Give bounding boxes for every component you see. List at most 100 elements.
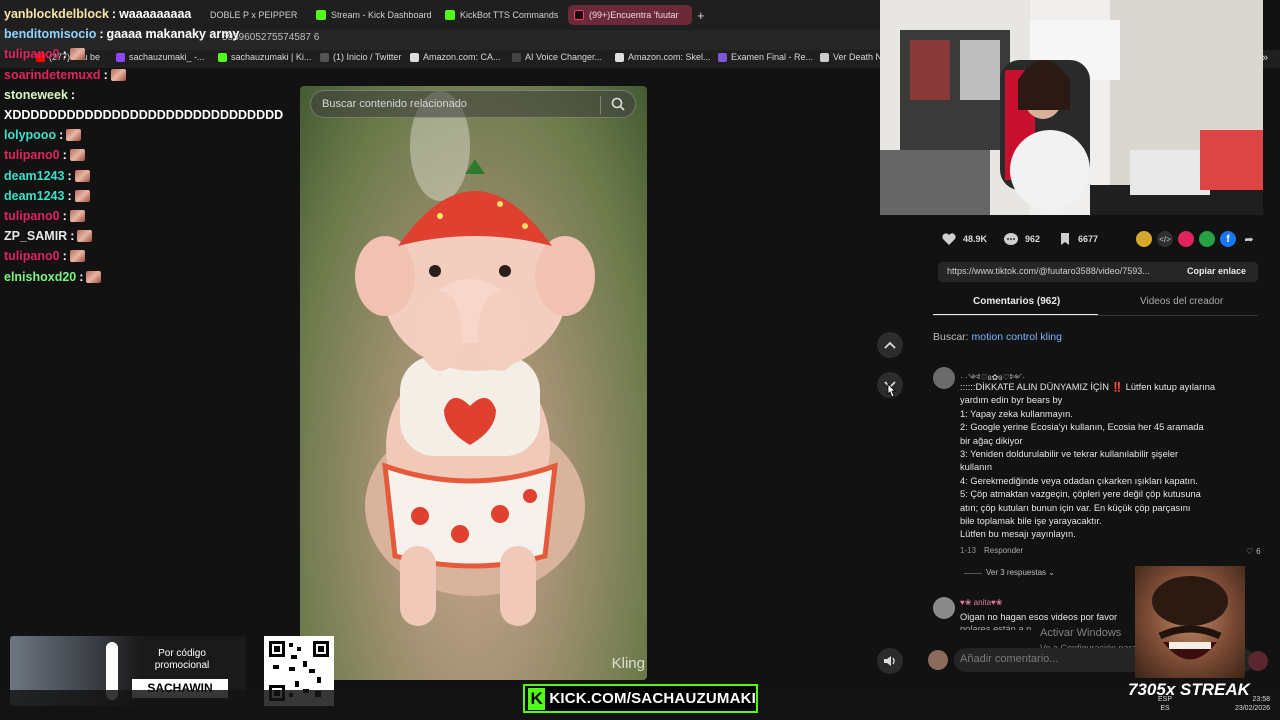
chat-emote-icon [74,169,90,182]
kick-icon [445,10,455,20]
tab-comments[interactable]: Comentarios (962) [973,296,1060,307]
chat-username[interactable]: benditomisocio [4,27,96,41]
chat-colon: : [67,188,72,203]
bookmark-label: (1) Inicio / Twitter [333,52,402,62]
chat-username[interactable]: deam1243 [4,169,64,183]
add-comment-placeholder: Añadir comentario... [960,653,1059,665]
chat-colon: : [111,7,117,22]
avatar[interactable] [933,367,955,389]
bookmark-amazon-1[interactable]: Amazon.com: CA... [410,52,501,62]
view-replies-label: Ver 3 respuestas [986,568,1047,577]
tab-kickbot[interactable]: KickBot TTS Commands [445,5,560,25]
search-suggestion-query: motion control kling [971,331,1062,343]
search-divider [600,96,601,114]
page-icon [512,52,521,62]
plus-icon: + [697,7,705,23]
comment-line: kullanın [960,462,993,473]
bookmark-label: Amazon.com: CA... [423,52,501,62]
likes-stat[interactable]: 48.9K [941,232,987,246]
tab-kick-dashboard[interactable]: Stream - Kick Dashboard [316,5,436,25]
amazon-icon [410,52,419,62]
chat-username[interactable]: stoneweek [4,88,68,102]
webcam-scene [880,0,1263,215]
comment-username[interactable]: ♥❀ anita♥❀ [960,598,1002,607]
chat-message: benditomisocio: gaaaa makanaky army [4,24,324,44]
embed-icon[interactable]: </> [1157,231,1173,247]
chat-username[interactable]: tulipano0 [4,249,60,263]
bookmark-amazon-2[interactable]: Amazon.com: Skel... [615,52,711,62]
comment-line: 3: Yeniden doldurulabilir ve tekrar kull… [960,449,1179,460]
stream-chat: yanblockdelblock: waaaaaaaaa benditomisoci… [4,4,324,287]
chat-message: elnishoxd20: [4,266,324,286]
bookmark-icon [1061,233,1069,245]
kling-watermark: Kling [611,655,645,672]
chat-username[interactable]: tulipano0 [4,209,60,223]
chat-colon: : [99,27,104,42]
video-search-input[interactable]: Buscar contenido relacionado [310,90,636,118]
bookmark-death-note[interactable]: Ver Death N [820,52,882,62]
comment-line: 1: Yapay zeka kullanmayın. [960,408,1073,419]
saves-stat[interactable]: 6677 [1058,232,1098,246]
chat-username[interactable]: lolypooo [4,128,56,142]
share-url: https://www.tiktok.com/@fuutaro3588/vide… [947,266,1150,276]
mouse-cursor-icon [887,383,896,398]
promo-text: Por código promocional [150,648,214,672]
previous-video-button[interactable] [877,332,903,358]
bookmark-ai-voice[interactable]: AI Voice Changer... [512,52,602,62]
comment-body: ::::::DİKKATE ALIN DÜNYAMIZ İÇİN ‼️ Lütf… [960,381,1260,542]
chat-username[interactable]: tulipano0 [4,148,60,162]
chat-colon: : [79,269,84,284]
share-arrow-icon[interactable]: ➦ [1241,231,1257,247]
chat-username[interactable]: soarindetemuxd [4,68,101,82]
whatsapp-icon[interactable] [1199,231,1215,247]
post-comment-button[interactable] [1248,651,1268,671]
comment-line: bile toplamak bile işe yarayacaktır. [960,516,1102,527]
chat-colon: : [62,148,67,163]
facebook-icon[interactable]: f [1220,231,1236,247]
chat-emote-icon [77,230,93,243]
share-link-box: https://www.tiktok.com/@fuutaro3588/vide… [938,262,1258,282]
send-icon[interactable] [1178,231,1194,247]
search-icon[interactable] [611,97,625,111]
chat-username[interactable]: yanblockdelblock [4,7,109,21]
kick-logo-icon: K [528,687,546,710]
amazon-icon [615,52,624,62]
comment-like-button[interactable]: ♡ 6 [1246,547,1261,556]
video-search-placeholder: Buscar contenido relacionado [322,98,467,110]
avatar[interactable] [933,597,955,619]
chat-username[interactable]: tulipano0 [4,47,60,61]
user-avatar [928,650,948,670]
comment-line: 4: Gerekmediğinde veya odadan çıkarken ı… [960,475,1198,486]
kick-url-text: KICK.COM/SACHAUZUMAKI [549,690,756,707]
activate-windows-title: Activar Windows [1040,627,1122,639]
chat-emote-icon [66,129,82,142]
chat-username[interactable]: elnishoxd20 [4,270,76,284]
reply-button[interactable]: Responder [984,546,1023,555]
tab-creator-videos[interactable]: Videos del creador [1140,296,1223,307]
bookmark-examen[interactable]: Examen Final - Re... [718,52,813,62]
bookmark-twitter[interactable]: (1) Inicio / Twitter [320,52,401,62]
chat-emote-icon [110,68,126,81]
video-player[interactable]: Buscar contenido relacionado Kling [300,86,647,680]
tab-tiktok-active[interactable]: (99+)Encuentra 'fuutar [568,5,692,25]
search-suggestion-prefix: Buscar: [933,331,969,343]
chat-message: deam1243: [4,166,324,186]
copy-link-button[interactable]: Copiar enlace [1187,266,1246,276]
volume-button[interactable] [877,648,903,674]
comments-stat[interactable]: 962 [1003,232,1040,246]
coin-icon[interactable] [1136,231,1152,247]
chat-message: tulipano0: [4,145,324,165]
chat-message: soarindetemuxd: [4,65,324,85]
chat-username[interactable]: ZP_SAMIR [4,229,67,243]
clock-date: 23/02/2026 [1234,705,1270,712]
chat-username[interactable]: deam1243 [4,189,64,203]
chat-message: yanblockdelblock: waaaaaaaaa [4,4,324,24]
chat-colon: : [59,128,64,143]
chat-colon: : [67,168,72,183]
new-tab-button[interactable]: + [697,5,709,25]
bookmark-label: AI Voice Changer... [525,52,603,62]
chat-emote-icon [69,48,85,61]
view-replies-button[interactable]: Ver 3 respuestas ⌄ [986,568,1055,577]
search-suggestion[interactable]: Buscar: motion control kling [933,331,1062,343]
chat-message: lolypooo: [4,125,324,145]
